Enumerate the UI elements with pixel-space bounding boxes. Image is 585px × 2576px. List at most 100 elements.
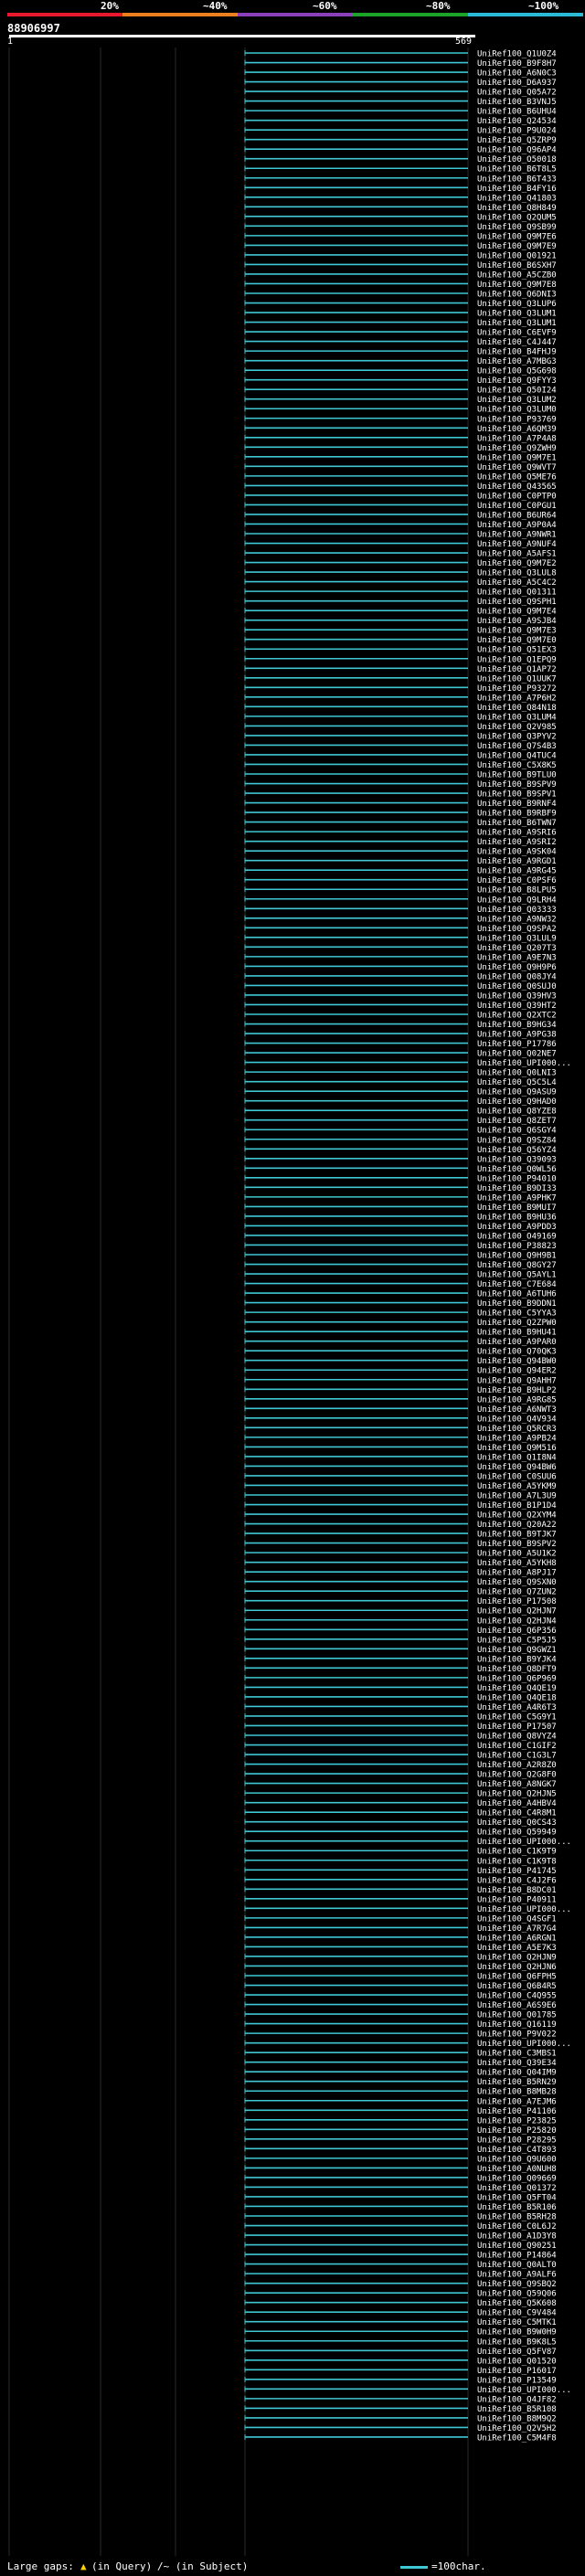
hit-label[interactable]: UniRef100_Q2XTC2	[477, 1012, 557, 1021]
hit-label[interactable]: UniRef100_Q9H9P6	[477, 963, 557, 972]
hit-label[interactable]: UniRef100_Q0SUJ0	[477, 982, 557, 991]
hit-label[interactable]: UniRef100_B3VNJ5	[477, 98, 557, 107]
hit-label[interactable]: UniRef100_A7EJM6	[477, 2097, 557, 2106]
hit-label[interactable]: UniRef100_Q9M7E4	[477, 608, 557, 617]
hit-label[interactable]: UniRef100_Q56YZ4	[477, 1146, 557, 1155]
hit-label[interactable]: UniRef100_Q20A22	[477, 1521, 557, 1530]
hit-label[interactable]: UniRef100_P25820	[477, 2126, 557, 2136]
hit-label[interactable]: UniRef100_A6RGN1	[477, 1934, 557, 1943]
hit-label[interactable]: UniRef100_Q2ZPW0	[477, 1319, 557, 1328]
hit-label[interactable]: UniRef100_B9SPV1	[477, 790, 557, 800]
hit-label[interactable]: UniRef100_B4FY16	[477, 185, 557, 194]
hit-label[interactable]: UniRef100_Q9M7E2	[477, 559, 557, 568]
hit-label[interactable]: UniRef100_Q3LUM2	[477, 396, 557, 405]
hit-label[interactable]: UniRef100_Q9ASU9	[477, 1088, 557, 1097]
hit-label[interactable]: UniRef100_Q9H9B1	[477, 1252, 557, 1261]
hit-label[interactable]: UniRef100_Q6FPH5	[477, 1973, 557, 1982]
hit-label[interactable]: UniRef100_Q16119	[477, 2020, 557, 2030]
hit-label[interactable]: UniRef100_Q3LUM1	[477, 319, 557, 328]
hit-label[interactable]: UniRef100_Q50I24	[477, 387, 557, 396]
hit-label[interactable]: UniRef100_Q41803	[477, 194, 557, 203]
hit-label[interactable]: UniRef100_UPI000...	[477, 1838, 571, 1847]
hit-label[interactable]: UniRef100_A9RG45	[477, 867, 557, 876]
hit-label[interactable]: UniRef100_Q39HV3	[477, 991, 557, 1001]
hit-label[interactable]: UniRef100_A9P0A4	[477, 521, 557, 530]
hit-label[interactable]: UniRef100_B5RN29	[477, 2078, 557, 2087]
hit-label[interactable]: UniRef100_Q59Q06	[477, 2290, 557, 2299]
hit-label[interactable]: UniRef100_Q8GY27	[477, 1261, 557, 1270]
hit-label[interactable]: UniRef100_B8MB28	[477, 2088, 557, 2097]
hit-label[interactable]: UniRef100_A9SJB4	[477, 617, 557, 626]
hit-label[interactable]: UniRef100_Q3PYV2	[477, 732, 557, 741]
hit-label[interactable]: UniRef100_Q3LUL9	[477, 934, 557, 943]
hit-label[interactable]: UniRef100_Q3LUM1	[477, 310, 557, 319]
hit-label[interactable]: UniRef100_Q84N18	[477, 704, 557, 713]
hit-label[interactable]: UniRef100_B4FHJ9	[477, 348, 557, 357]
hit-label[interactable]: UniRef100_Q0CS43	[477, 1818, 557, 1828]
hit-label[interactable]: UniRef100_Q9FYY3	[477, 376, 557, 386]
hit-label[interactable]: UniRef100_Q5ZRP9	[477, 136, 557, 145]
hit-label[interactable]: UniRef100_Q9M7E6	[477, 232, 557, 241]
hit-label[interactable]: UniRef100_Q08JY4	[477, 972, 557, 981]
hit-label[interactable]: UniRef100_P17786	[477, 1040, 557, 1049]
hit-label[interactable]: UniRef100_C1K9T8	[477, 1857, 557, 1866]
hit-label[interactable]: UniRef100_A6QM39	[477, 425, 557, 434]
hit-label[interactable]: UniRef100_Q9SBQ2	[477, 2280, 557, 2289]
hit-label[interactable]: UniRef100_B9YJK4	[477, 1655, 557, 1664]
hit-label[interactable]: UniRef100_Q94ER2	[477, 1367, 557, 1376]
hit-label[interactable]: UniRef100_A8NGK7	[477, 1780, 557, 1789]
hit-label[interactable]: UniRef100_C5X8K5	[477, 761, 557, 770]
hit-label[interactable]: UniRef100_C5G9Y1	[477, 1712, 557, 1722]
hit-label[interactable]: UniRef100_C4T893	[477, 2146, 557, 2155]
hit-label[interactable]: UniRef100_Q6P356	[477, 1627, 557, 1636]
hit-label[interactable]: UniRef100_Q24534	[477, 117, 557, 126]
hit-label[interactable]: UniRef100_C5MTK1	[477, 2318, 557, 2327]
hit-label[interactable]: UniRef100_Q2G8F0	[477, 1771, 557, 1780]
hit-label[interactable]: UniRef100_Q2HJN9	[477, 1953, 557, 1962]
hit-label[interactable]: UniRef100_Q03333	[477, 906, 557, 915]
hit-label[interactable]: UniRef100_Q0ALT0	[477, 2261, 557, 2270]
hit-label[interactable]: UniRef100_Q7ZUN2	[477, 1588, 557, 1597]
hit-label[interactable]: UniRef100_C0SUU6	[477, 1472, 557, 1481]
hit-label[interactable]: UniRef100_A4R6T3	[477, 1703, 557, 1712]
hit-label[interactable]: UniRef100_Q9SPA2	[477, 925, 557, 934]
hit-label[interactable]: UniRef100_A9PG38	[477, 1031, 557, 1040]
hit-label[interactable]: UniRef100_A9PDD3	[477, 1223, 557, 1232]
hit-label[interactable]: UniRef100_B5RH28	[477, 2213, 557, 2222]
hit-label[interactable]: UniRef100_A0NUH8	[477, 2165, 557, 2174]
hit-label[interactable]: UniRef100_Q0WL56	[477, 1165, 557, 1174]
hit-label[interactable]: UniRef100_Q207T3	[477, 944, 557, 953]
hit-label[interactable]: UniRef100_Q4SGF1	[477, 1914, 557, 1924]
hit-label[interactable]: UniRef100_B6UR64	[477, 511, 557, 520]
hit-label[interactable]: UniRef100_Q51EX3	[477, 646, 557, 655]
hit-label[interactable]: UniRef100_P17508	[477, 1597, 557, 1606]
hit-label[interactable]: UniRef100_Q09669	[477, 2174, 557, 2183]
hit-label[interactable]: UniRef100_B9TLU0	[477, 771, 557, 780]
hit-label[interactable]: UniRef100_B1P1D4	[477, 1501, 557, 1511]
hit-label[interactable]: UniRef100_C0PGU1	[477, 502, 557, 511]
hit-label[interactable]: UniRef100_Q04IM9	[477, 2069, 557, 2078]
hit-label[interactable]: UniRef100_Q8DFT9	[477, 1665, 557, 1674]
hit-label[interactable]: UniRef100_B6T8L5	[477, 165, 557, 175]
hit-label[interactable]: UniRef100_Q9SZ84	[477, 1136, 557, 1145]
hit-label[interactable]: UniRef100_Q1AP72	[477, 665, 557, 674]
hit-label[interactable]: UniRef100_O49169	[477, 1232, 557, 1241]
hit-label[interactable]: UniRef100_B9F8H7	[477, 59, 557, 69]
hit-label[interactable]: UniRef100_Q6P969	[477, 1674, 557, 1683]
hit-label[interactable]: UniRef100_Q05A72	[477, 89, 557, 98]
hit-label[interactable]: UniRef100_Q02NE7	[477, 1050, 557, 1059]
hit-label[interactable]: UniRef100_B5R108	[477, 2405, 557, 2414]
hit-label[interactable]: UniRef100_Q1I8N4	[477, 1453, 557, 1462]
hit-label[interactable]: UniRef100_Q5FV87	[477, 2348, 557, 2357]
hit-label[interactable]: UniRef100_B8LPU5	[477, 886, 557, 896]
hit-label[interactable]: UniRef100_A6S9E6	[477, 2001, 557, 2010]
hit-label[interactable]: UniRef100_A7L3U9	[477, 1492, 557, 1501]
hit-label[interactable]: UniRef100_A9ALF6	[477, 2271, 557, 2280]
hit-label[interactable]: UniRef100_Q5G698	[477, 367, 557, 376]
hit-label[interactable]: UniRef100_Q8VYZ4	[477, 1733, 557, 1742]
hit-label[interactable]: UniRef100_Q01921	[477, 251, 557, 260]
hit-label[interactable]: UniRef100_Q5AYL1	[477, 1271, 557, 1280]
hit-label[interactable]: UniRef100_A5YKM9	[477, 1482, 557, 1491]
hit-label[interactable]: UniRef100_Q9LRH4	[477, 896, 557, 905]
hit-label[interactable]: UniRef100_A9PB24	[477, 1434, 557, 1443]
